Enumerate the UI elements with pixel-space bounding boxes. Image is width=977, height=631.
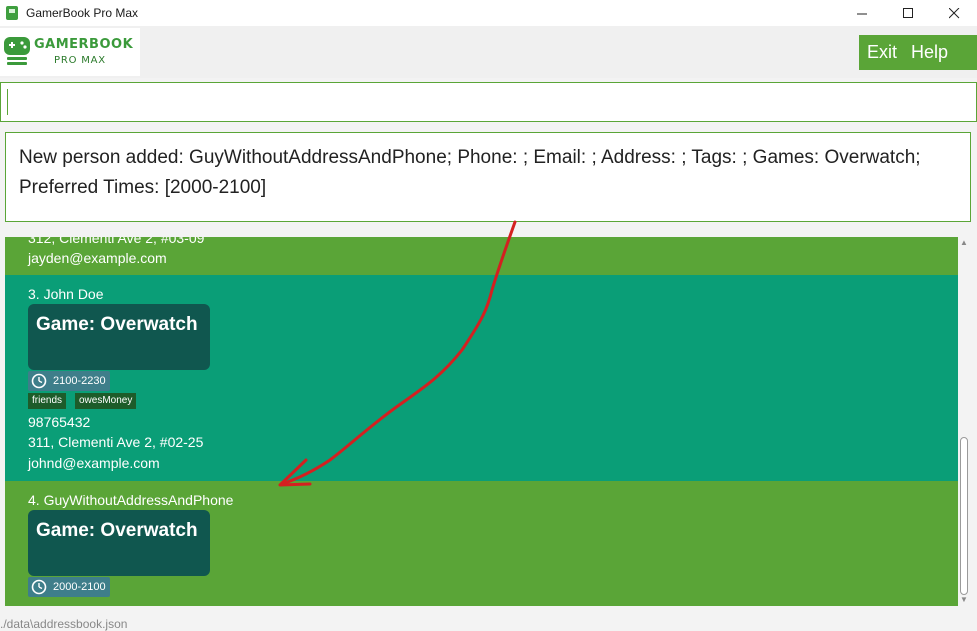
gamepad-icon — [4, 37, 30, 65]
window-controls — [839, 0, 977, 26]
result-display: New person added: GuyWithoutAddressAndPh… — [5, 132, 971, 222]
scroll-down-icon[interactable]: ▼ — [959, 595, 969, 605]
scroll-thumb[interactable] — [960, 437, 968, 595]
maximize-button[interactable] — [885, 0, 931, 26]
game-label: Game: Overwatch — [36, 520, 198, 541]
menu-exit[interactable]: Exit — [867, 42, 897, 63]
time-text: 2100-2230 — [53, 375, 106, 387]
minimize-icon — [856, 13, 867, 14]
preferred-time-chip: 2100-2230 — [28, 371, 110, 391]
game-card: Game: Overwatch — [28, 304, 210, 370]
person-list[interactable]: 312, Clementi Ave 2, #03-09 jayden@examp… — [5, 237, 958, 606]
window-title: GamerBook Pro Max — [26, 6, 139, 20]
logo-subtitle: PRO MAX — [54, 55, 106, 66]
list-item[interactable]: 312, Clementi Ave 2, #03-09 jayden@examp… — [5, 237, 958, 275]
preferred-time-chip: 2000-2100 — [28, 577, 110, 597]
app-icon — [6, 6, 18, 20]
close-button[interactable] — [931, 0, 977, 26]
header-bar: GAMERBOOK PRO MAX Exit Help — [0, 26, 977, 78]
menu-bar: Exit Help — [859, 35, 977, 70]
person-name: 3. John Doe — [28, 286, 104, 302]
person-email: johnd@example.com — [28, 455, 160, 471]
maximize-icon — [902, 7, 913, 18]
list-scrollbar[interactable]: ▲ ▼ — [958, 237, 970, 606]
game-card: Game: Overwatch — [28, 510, 210, 576]
time-text: 2000-2100 — [53, 581, 106, 593]
person-phone: 98765432 — [28, 414, 91, 430]
command-input[interactable] — [7, 89, 954, 115]
clock-icon — [31, 373, 47, 389]
status-bar-path: ./data\addressbook.json — [0, 617, 128, 631]
scroll-up-icon[interactable]: ▲ — [959, 238, 969, 248]
person-email: jayden@example.com — [28, 250, 167, 266]
tag-chip: owesMoney — [75, 393, 137, 409]
clock-icon — [31, 579, 47, 595]
close-icon — [948, 7, 959, 18]
logo-title: GAMERBOOK — [34, 37, 134, 52]
person-address: 311, Clementi Ave 2, #02-25 — [28, 434, 204, 450]
menu-help[interactable]: Help — [911, 42, 948, 63]
person-address: 312, Clementi Ave 2, #03-09 — [28, 237, 205, 246]
list-item[interactable]: 4. GuyWithoutAddressAndPhone Game: Overw… — [5, 481, 958, 606]
title-bar: GamerBook Pro Max — [0, 0, 977, 26]
command-box — [0, 82, 977, 122]
tag-chip: friends — [28, 393, 67, 409]
person-name: 4. GuyWithoutAddressAndPhone — [28, 492, 234, 508]
list-item[interactable]: 3. John Doe Game: Overwatch 2100-2230 fr… — [5, 275, 958, 481]
minimize-button[interactable] — [839, 0, 885, 26]
result-message: New person added: GuyWithoutAddressAndPh… — [19, 147, 921, 198]
game-label: Game: Overwatch — [36, 314, 198, 335]
app-logo: GAMERBOOK PRO MAX — [0, 28, 140, 76]
